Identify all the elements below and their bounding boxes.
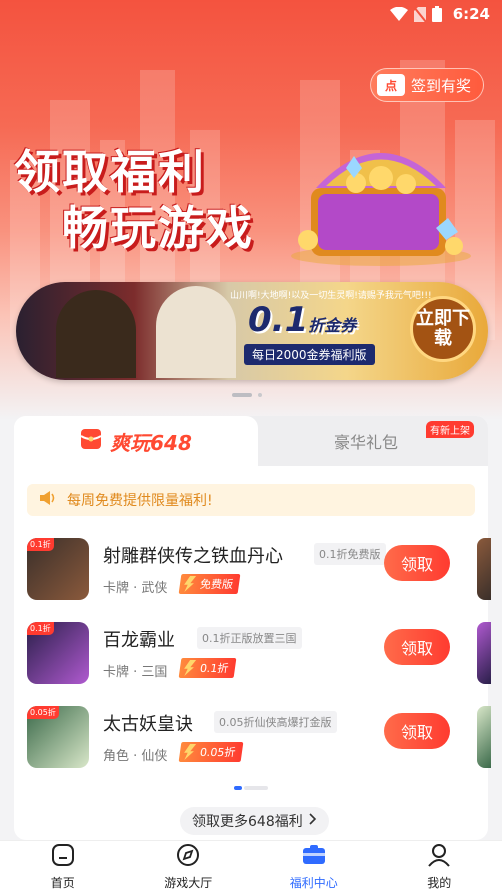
signin-icon: 点 [376,74,405,96]
claim-button[interactable]: 领取 [384,713,450,749]
hero-slogan: 领取福利 畅玩游戏 [14,144,254,256]
next-game-icon-peek[interactable] [477,538,491,600]
wifi-icon [390,6,408,25]
pagination-dot-active [232,393,252,397]
status-bar: 6:24 [0,0,502,28]
tab-play-648[interactable]: 爽玩648 [14,416,258,466]
game-discount-label: 0.1折正版放置三国 [197,627,302,649]
pagination-dot [258,393,262,397]
banner-pagination [232,393,262,397]
tab-luxury-gift[interactable]: 豪华礼包 有新上架 [244,416,488,466]
game-badge: 免费版 [178,574,241,594]
game-icon-discount-tag: 0.1折 [27,622,54,635]
more-welfare-label: 领取更多648福利 [192,814,303,830]
welfare-card: 豪华礼包 有新上架 爽玩648 每周免费提供限量福利! 0.1折射雕群侠传之铁血… [14,416,491,840]
nav-welfare-center[interactable]: 福利中心 [251,841,377,892]
banner-promo-text: 0.1折金券 [248,300,356,340]
battery-icon [432,6,442,26]
welfare-tabs: 豪华礼包 有新上架 爽玩648 [14,416,488,466]
game-row[interactable]: 0.1折射雕群侠传之铁血丹心 0.1折免费版卡牌 · 武侠 免费版 领取 [14,530,491,614]
game-list: 0.1折 射雕群侠传之铁血丹心 0.1折免费版 卡牌 · 武侠 免费版 领取 0.1折 百龙霸… [14,530,491,782]
chevron-right-icon [309,813,317,829]
banner-character-left [56,290,136,378]
game-name: 射雕群侠传之铁血丹心 [103,546,283,567]
banner-character-right [156,286,236,378]
banner-promo-value: 0.1 [248,300,309,340]
game-discount-label: 0.1折免费版 [314,543,386,565]
slogan-line-2: 畅玩游戏 [62,201,254,255]
slogan-line-1: 领取福利 [14,145,206,199]
bottom-nav: 首页 游戏大厅 福利中心 我的 [0,840,502,892]
game-discount-label: 0.05折仙侠高爆打金版 [214,711,337,733]
game-icon[interactable]: 0.05折 [27,706,89,768]
game-icon-discount-tag: 0.1折 [27,538,54,551]
banner-promo-suffix: 折金券 [308,316,357,335]
game-name: 百龙霸业 [103,630,175,651]
next-game-icon-peek[interactable] [477,706,491,768]
signin-reward-button[interactable]: 点 签到有奖 [369,68,484,102]
notice-bar: 每周免费提供限量福利! [27,484,475,516]
nav-home-label: 首页 [50,876,75,890]
tab-luxury-gift-label: 豪华礼包 [333,433,398,452]
tab-play-648-label: 爽玩648 [110,430,192,455]
home-icon [50,842,76,871]
nav-game-hall[interactable]: 游戏大厅 [126,841,252,892]
user-icon [426,842,452,871]
new-badge: 有新上架 [426,421,474,438]
game-icon[interactable]: 0.1折 [27,622,89,684]
game-list-pagination [234,786,268,790]
status-time: 6:24 [452,5,490,23]
pagination-dot [244,786,268,790]
game-row[interactable]: 0.1折 百龙霸业 0.1折正版放置三国 卡牌 · 三国 0.1折 领取 [14,614,491,698]
claim-button[interactable]: 领取 [384,629,450,665]
speaker-icon [39,490,57,510]
game-badge: 0.05折 [178,742,243,762]
pagination-dot-active [234,786,242,790]
nav-home[interactable]: 首页 [0,841,126,892]
game-category: 角色 · 仙侠 [103,749,168,764]
notice-text: 每周免费提供限量福利! [67,493,213,509]
nav-mine[interactable]: 我的 [377,841,502,892]
game-icon-discount-tag: 0.05折 [27,706,59,719]
treasure-chest-illustration [291,153,471,266]
game-badge: 0.1折 [178,658,236,678]
game-icon[interactable]: 0.1折 [27,538,89,600]
gift-box-icon [301,842,327,871]
red-packet-icon [80,428,102,454]
promo-banner[interactable]: 山川啊!大地啊!以及一切生灵啊!请赐予我元气吧!!! 0.1折金券 每日2000… [16,282,488,380]
banner-subtitle: 每日2000金券福利版 [244,344,375,365]
banner-download-button[interactable]: 立即下载 [410,296,476,362]
nav-game-hall-label: 游戏大厅 [164,876,213,890]
next-game-icon-peek[interactable] [477,622,491,684]
hero-header: 6:24 点 签到有奖 领取福利 畅玩游戏 山川啊!大地啊!以及一切生灵啊!请赐… [0,0,502,420]
signin-label: 签到有奖 [410,76,471,95]
compass-icon [175,842,201,871]
claim-button[interactable]: 领取 [384,545,450,581]
game-row[interactable]: 0.05折 太古妖皇诀 0.05折仙侠高爆打金版 角色 · 仙侠 0.05折 领取 [14,698,491,782]
game-name: 太古妖皇诀 [103,714,193,735]
nav-welfare-center-label: 福利中心 [289,876,338,890]
nav-mine-label: 我的 [427,876,452,890]
no-sim-icon [413,5,427,26]
more-welfare-button[interactable]: 领取更多648福利 [180,807,329,835]
game-category: 卡牌 · 三国 [103,665,168,680]
game-category: 卡牌 · 武侠 [103,581,168,596]
